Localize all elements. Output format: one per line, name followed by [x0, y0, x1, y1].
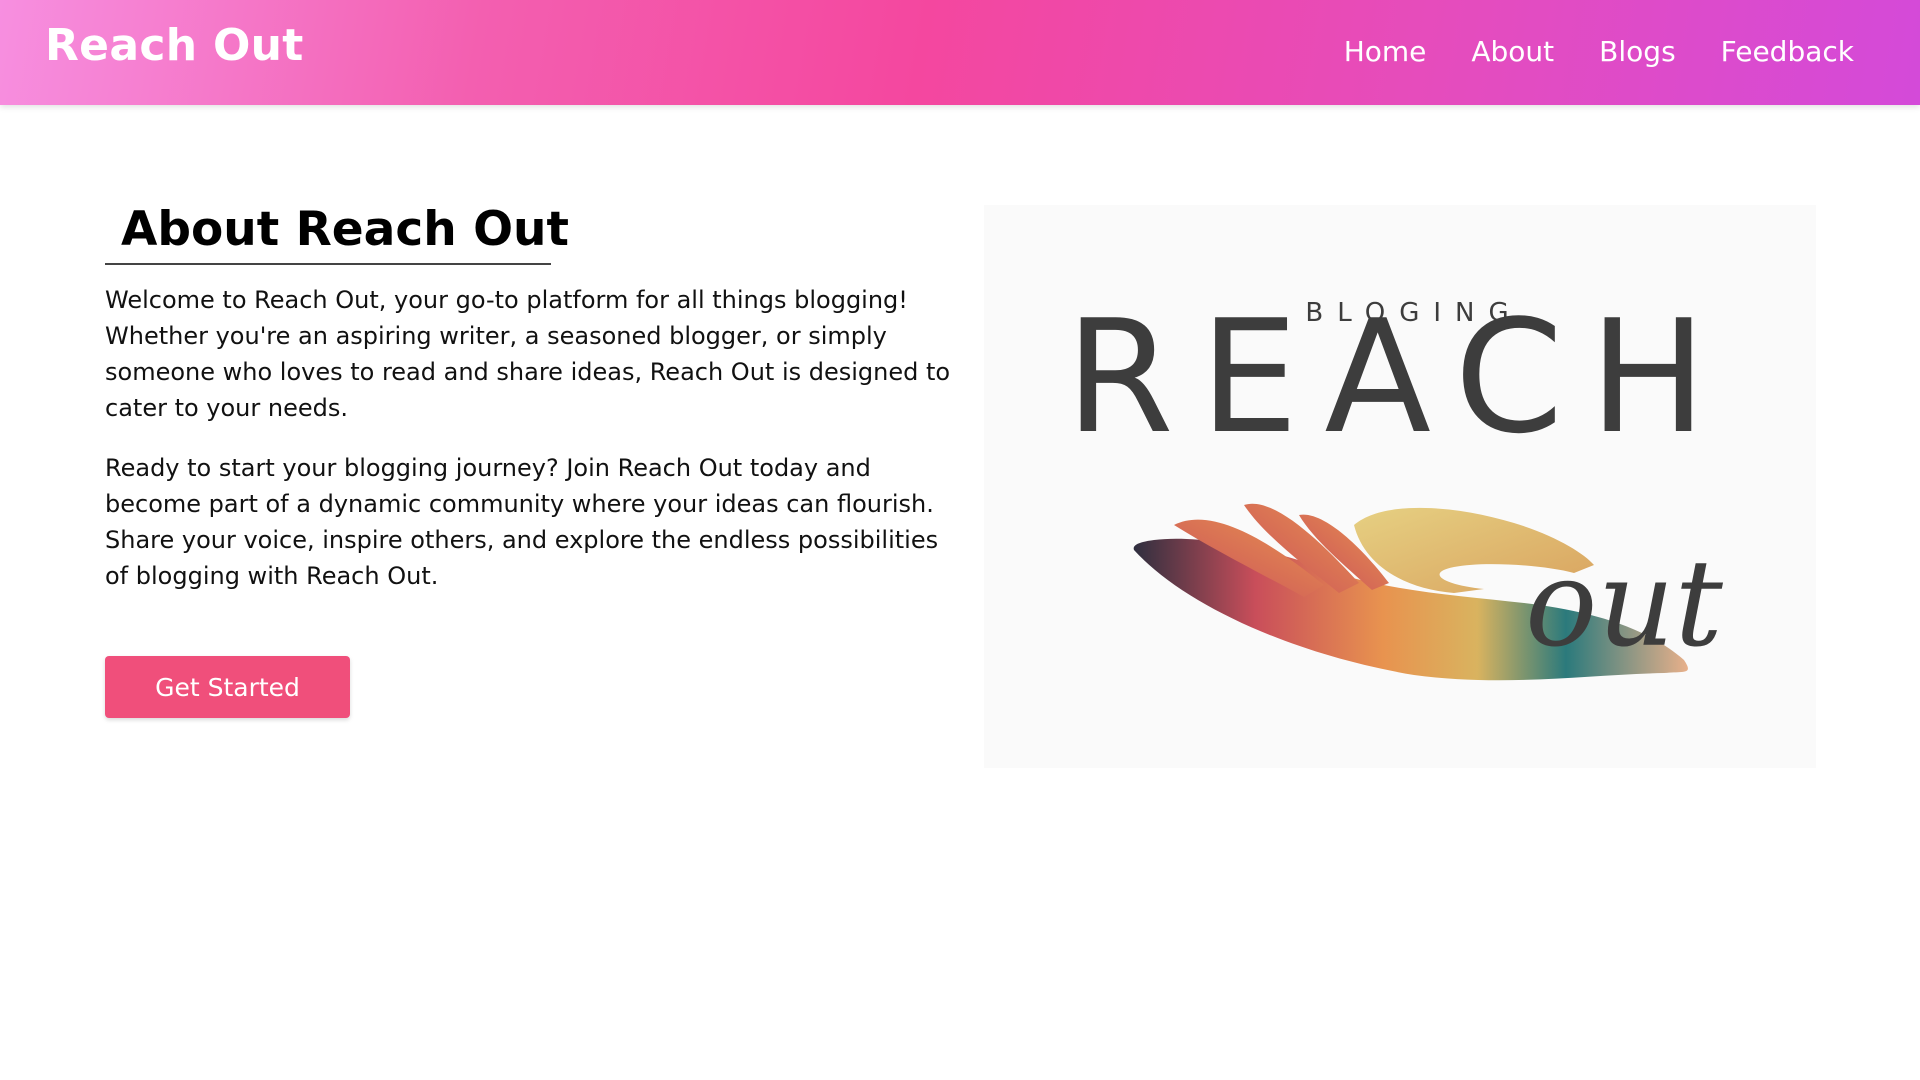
- top-navbar: Reach Out Home About Blogs Feedback: [0, 0, 1920, 105]
- page-title: About Reach Out: [121, 202, 569, 257]
- logo-script-text: out: [1525, 535, 1724, 674]
- nav-link-blogs[interactable]: Blogs: [1599, 35, 1675, 68]
- nav-link-feedback[interactable]: Feedback: [1721, 35, 1854, 68]
- reach-out-logo-image: BLOGING REACH out: [984, 205, 1816, 768]
- intro-paragraph: Welcome to Reach Out, your go-to platfor…: [105, 286, 951, 422]
- logo-main-text: REACH: [1065, 286, 1732, 468]
- get-started-button[interactable]: Get Started: [105, 656, 350, 718]
- nav-menu: Home About Blogs Feedback: [1344, 35, 1854, 68]
- call-to-action-paragraph: Ready to start your blogging journey? Jo…: [105, 454, 939, 590]
- logo-graphic: BLOGING REACH out: [1065, 286, 1732, 681]
- nav-link-home[interactable]: Home: [1344, 35, 1427, 68]
- nav-link-about[interactable]: About: [1471, 35, 1554, 68]
- brand-logo-text[interactable]: Reach Out: [45, 20, 304, 71]
- heading-underline: About Reach Out: [105, 202, 569, 265]
